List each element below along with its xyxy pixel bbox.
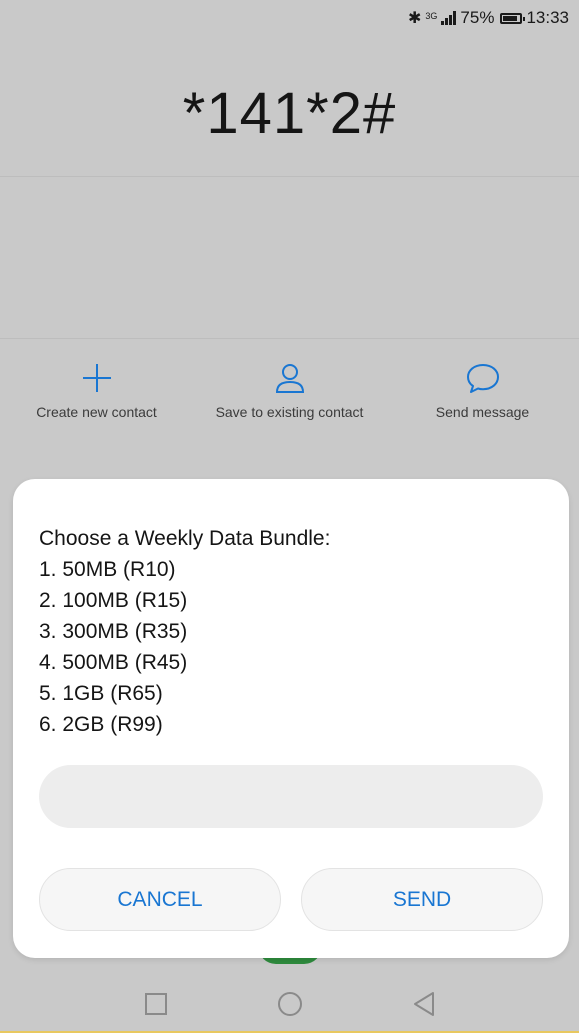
navigation-bar — [0, 975, 579, 1033]
status-bar: ✱ 3G 75% 13:33 — [0, 0, 579, 36]
divider — [0, 338, 579, 339]
clock: 13:33 — [526, 8, 569, 27]
divider — [0, 176, 579, 177]
action-label: Create new contact — [36, 404, 157, 420]
contact-actions: Create new contact Save to existing cont… — [0, 360, 579, 420]
ussd-dialog: Choose a Weekly Data Bundle: 1. 50MB (R1… — [13, 479, 569, 958]
dialed-number[interactable]: *141*2# — [0, 80, 579, 147]
message-line: Choose a Weekly Data Bundle: — [39, 527, 331, 550]
chat-bubble-icon — [386, 360, 579, 396]
ussd-message: Choose a Weekly Data Bundle: 1. 50MB (R1… — [39, 523, 330, 740]
bluetooth-icon: ✱ — [408, 10, 422, 27]
network-type: 3G — [425, 10, 438, 21]
recents-icon[interactable] — [142, 990, 170, 1018]
message-line: 1. 50MB (R10) — [39, 558, 176, 581]
action-label: Send message — [435, 404, 530, 420]
back-icon[interactable] — [410, 990, 438, 1018]
battery-percent: 75% — [460, 8, 495, 27]
message-line: 5. 1GB (R65) — [39, 682, 163, 705]
send-message-button[interactable]: Send message — [386, 360, 579, 420]
create-new-contact-button[interactable]: Create new contact — [0, 360, 193, 420]
battery-icon — [500, 12, 526, 24]
message-line: 3. 300MB (R35) — [39, 620, 188, 643]
signal-icon — [441, 11, 457, 25]
message-line: 4. 500MB (R45) — [39, 651, 188, 674]
action-label: Save to existing contact — [215, 404, 364, 420]
person-icon — [193, 360, 386, 396]
plus-icon — [0, 360, 193, 396]
cancel-button[interactable]: CANCEL — [39, 868, 281, 931]
send-button[interactable]: SEND — [301, 868, 543, 931]
message-line: 2. 100MB (R15) — [39, 589, 188, 612]
home-icon[interactable] — [276, 990, 304, 1018]
save-to-existing-contact-button[interactable]: Save to existing contact — [193, 360, 386, 420]
reply-input[interactable] — [39, 765, 543, 828]
message-line: 6. 2GB (R99) — [39, 713, 163, 736]
